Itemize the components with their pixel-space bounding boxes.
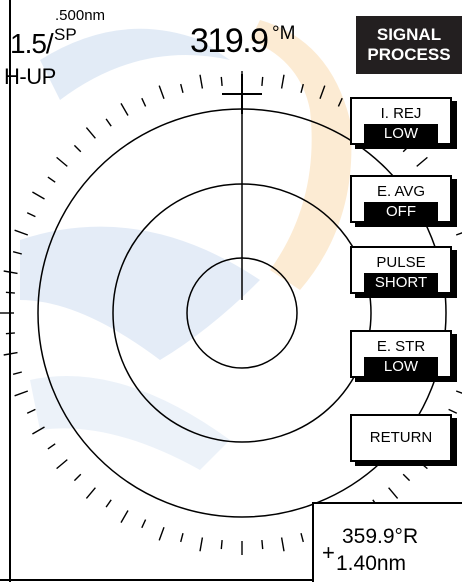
bearing-tick: [12, 251, 22, 255]
menu-item-value: LOW: [364, 357, 438, 376]
menu-item-value: OFF: [364, 202, 438, 221]
return-button[interactable]: RETURN: [350, 414, 452, 462]
bearing-tick: [300, 83, 304, 93]
bearing-tick: [120, 510, 129, 523]
bearing-tick: [120, 103, 129, 116]
bearing-tick: [199, 74, 204, 89]
bearing-tick: [56, 156, 68, 167]
ring-interval: .500nm: [55, 7, 106, 24]
bearing-tick: [261, 76, 264, 86]
menu-item-label: E. STR: [376, 338, 426, 355]
menu-title-line2: PROCESS: [367, 45, 451, 64]
menu-title: SIGNAL PROCESS: [356, 16, 462, 74]
bearing-tick: [337, 97, 343, 107]
bearing-tick: [455, 390, 462, 394]
bearing-tick: [416, 156, 428, 167]
bearing-tick: [105, 118, 112, 127]
bearing-tick: [402, 473, 411, 482]
bearing-tick: [47, 176, 56, 183]
bearing-tick: [73, 144, 82, 153]
bearing-tick: [47, 443, 56, 450]
bearing-tick: [158, 85, 165, 100]
bearing-tick: [388, 487, 399, 499]
cursor-range: 1.40nm: [336, 552, 407, 575]
bearing-tick: [56, 459, 68, 470]
bearing-tick: [26, 212, 36, 218]
menu-item-label: I. REJ: [380, 105, 422, 122]
bearing-tick: [32, 191, 45, 200]
interference-rejector-button[interactable]: I. REJ LOW: [350, 97, 452, 145]
bearing-tick: [180, 83, 184, 93]
bearing-tick: [455, 232, 462, 236]
echo-stretch-button[interactable]: E. STR LOW: [350, 330, 452, 378]
heading-readout: 319.9: [190, 22, 269, 60]
menu-item-value: SHORT: [364, 273, 438, 292]
bearing-tick: [105, 499, 112, 508]
bearing-tick: [14, 229, 29, 236]
range-scale[interactable]: 1.5/: [10, 30, 54, 58]
radar-screen: 1.5/ .500nm SP H-UP 319.9 °M SIGNAL PROC…: [0, 0, 462, 582]
bearing-tick: [448, 408, 458, 414]
bearing-tick: [280, 74, 285, 89]
bearing-tick: [199, 537, 204, 552]
pulse-length-button[interactable]: PULSE SHORT: [350, 246, 452, 294]
bearing-tick: [85, 127, 96, 139]
heading-marker-icon: [222, 74, 262, 114]
bearing-tick: [158, 526, 165, 541]
menu-item-label: E. AVG: [376, 183, 426, 200]
heading-unit: °M: [272, 23, 296, 44]
bearing-tick: [180, 533, 184, 543]
bearing-tick: [26, 408, 36, 414]
bearing-tick: [141, 97, 147, 107]
bearing-tick: [220, 76, 223, 86]
bearing-tick: [32, 426, 45, 435]
bearing-tick: [300, 533, 304, 543]
echo-average-button[interactable]: E. AVG OFF: [350, 175, 452, 223]
bearing-tick: [12, 371, 22, 375]
cursor-bearing: 359.9°R: [342, 525, 419, 548]
bearing-tick: [85, 487, 96, 499]
menu-title-line1: SIGNAL: [376, 24, 442, 44]
processing-mode: SP: [54, 25, 77, 44]
bearing-tick: [402, 144, 411, 153]
bearing-tick: [14, 390, 29, 397]
orientation-mode[interactable]: H-UP: [4, 66, 56, 88]
bearing-tick: [280, 537, 285, 552]
bearing-tick: [141, 519, 147, 529]
bearing-tick: [73, 473, 82, 482]
menu-item-label: PULSE: [376, 254, 426, 271]
cursor-marker-icon: +: [322, 540, 335, 565]
bearing-tick: [319, 85, 326, 100]
menu-item-value: LOW: [364, 124, 438, 143]
bearing-tick: [261, 540, 264, 550]
bearing-tick: [220, 540, 223, 550]
